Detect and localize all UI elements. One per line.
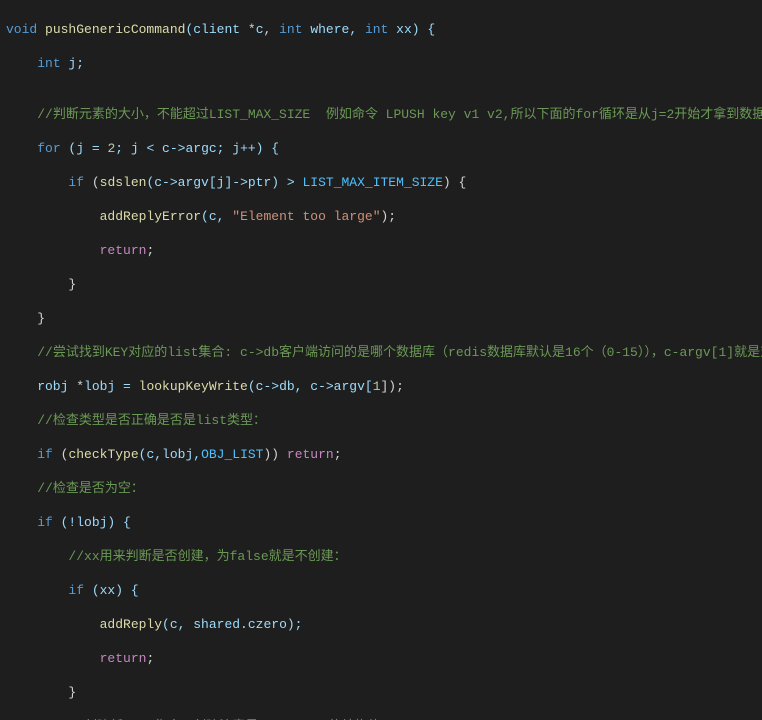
- code-line: //xx用来判断是否创建，为false就是不创建：: [6, 548, 762, 565]
- param: xx) {: [388, 22, 435, 37]
- op: *: [248, 22, 256, 37]
- keyword-return: return: [100, 651, 147, 666]
- indent: [6, 583, 68, 598]
- code-line: robj *lobj = lookupKeyWrite(c->db, c->ar…: [6, 378, 762, 395]
- code-line: }: [6, 276, 762, 293]
- op: )): [264, 447, 287, 462]
- param: c: [256, 22, 264, 37]
- op: *: [76, 379, 84, 394]
- expr: (c,lobj,: [139, 447, 201, 462]
- indent: [6, 413, 37, 428]
- op: ) {: [443, 175, 466, 190]
- keyword-return: return: [100, 243, 147, 258]
- keyword-if: if: [37, 515, 53, 530]
- code-line: //尝试找到KEY对应的list集合: c->db客户端访问的是哪个数据库（re…: [6, 344, 762, 361]
- keyword-if: if: [37, 447, 53, 462]
- func-call: addReply: [100, 617, 162, 632]
- func-call: checkType: [68, 447, 138, 462]
- indent: [6, 209, 100, 224]
- func-call: sdslen: [100, 175, 147, 190]
- op: ;: [146, 651, 154, 666]
- indent: [6, 56, 37, 71]
- keyword-int: int: [37, 56, 60, 71]
- indent: [6, 345, 37, 360]
- indent: [6, 107, 37, 122]
- indent: [6, 481, 37, 496]
- code-line: if (sdslen(c->argv[j]->ptr) > LIST_MAX_I…: [6, 174, 762, 191]
- expr: (!lobj) {: [53, 515, 131, 530]
- code-line: return;: [6, 242, 762, 259]
- func-name: pushGenericCommand: [37, 22, 185, 37]
- param: (client: [185, 22, 247, 37]
- code-line: if (!lobj) {: [6, 514, 762, 531]
- op: (: [84, 175, 100, 190]
- macro: OBJ_LIST: [201, 447, 263, 462]
- keyword-int: int: [365, 22, 388, 37]
- code-line: int j;: [6, 55, 762, 72]
- comment: //xx用来判断是否创建，为false就是不创建：: [68, 549, 346, 564]
- indent: [6, 549, 68, 564]
- expr: (xx) {: [84, 583, 139, 598]
- code-line: }: [6, 684, 762, 701]
- op: ,: [264, 22, 280, 37]
- type: robj: [6, 379, 76, 394]
- keyword-for: for: [37, 141, 60, 156]
- comment: //检查是否为空：: [37, 481, 144, 496]
- expr: (c, shared.czero);: [162, 617, 302, 632]
- indent: [6, 617, 100, 632]
- code-line: addReply(c, shared.czero);: [6, 616, 762, 633]
- code-line: return;: [6, 650, 762, 667]
- number: 1: [373, 379, 381, 394]
- code-line: //判断元素的大小，不能超过LIST_MAX_SIZE 例如命令 LPUSH k…: [6, 106, 762, 123]
- indent: [6, 243, 100, 258]
- brace: }: [6, 311, 45, 326]
- indent: [6, 651, 100, 666]
- code-line: if (xx) {: [6, 582, 762, 599]
- code-line: void pushGenericCommand(client *c, int w…: [6, 21, 762, 38]
- expr: (c->argv[j]->ptr) >: [146, 175, 302, 190]
- param: where,: [303, 22, 365, 37]
- code-line: }: [6, 310, 762, 327]
- code-line: for (j = 2; j < c->argc; j++) {: [6, 140, 762, 157]
- expr: (j =: [61, 141, 108, 156]
- comment: //检查类型是否正确是否是list类型：: [37, 413, 266, 428]
- op: );: [381, 209, 397, 224]
- code-line: if (checkType(c,lobj,OBJ_LIST)) return;: [6, 446, 762, 463]
- func-call: lookupKeyWrite: [139, 379, 248, 394]
- func-call: addReplyError: [100, 209, 201, 224]
- keyword-int: int: [279, 22, 302, 37]
- code-line: //检查是否为空：: [6, 480, 762, 497]
- brace: }: [6, 685, 76, 700]
- keyword-return: return: [287, 447, 334, 462]
- op: (: [53, 447, 69, 462]
- code-line: //检查类型是否正确是否是list类型：: [6, 412, 762, 429]
- expr: ; j < c->argc; j++) {: [115, 141, 279, 156]
- indent: [6, 175, 68, 190]
- var: j;: [61, 56, 84, 71]
- op: ;: [334, 447, 342, 462]
- brace: }: [6, 277, 76, 292]
- code-line: addReplyError(c, "Element too large");: [6, 208, 762, 225]
- var: lobj =: [84, 379, 139, 394]
- comment: //判断元素的大小，不能超过LIST_MAX_SIZE 例如命令 LPUSH k…: [37, 107, 762, 122]
- comment: //尝试找到KEY对应的list集合: c->db客户端访问的是哪个数据库（re…: [37, 345, 762, 360]
- keyword-if: if: [68, 175, 84, 190]
- string: "Element too large": [232, 209, 380, 224]
- indent: [6, 141, 37, 156]
- macro: LIST_MAX_ITEM_SIZE: [302, 175, 442, 190]
- indent: [6, 447, 37, 462]
- expr: (c->db, c->argv[: [248, 379, 373, 394]
- indent: [6, 515, 37, 530]
- keyword-void: void: [6, 22, 37, 37]
- op: ]);: [381, 379, 404, 394]
- expr: (c,: [201, 209, 232, 224]
- op: ;: [146, 243, 154, 258]
- keyword-if: if: [68, 583, 84, 598]
- code-editor[interactable]: void pushGenericCommand(client *c, int w…: [0, 0, 762, 720]
